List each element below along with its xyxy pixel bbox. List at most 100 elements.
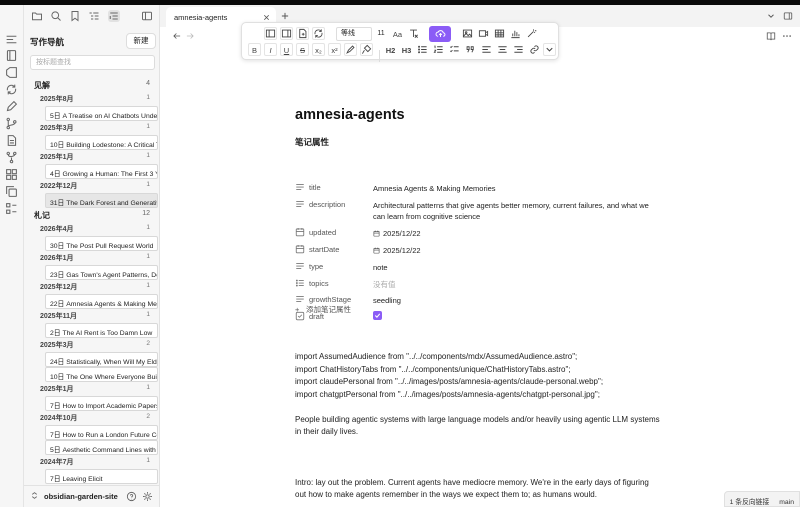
refresh-icon[interactable]	[312, 27, 325, 40]
title-search-input[interactable]	[30, 55, 155, 70]
property-value[interactable]: Architectural patterns that give agents …	[373, 200, 653, 222]
audience-paragraph[interactable]: People building agentic systems with lar…	[295, 414, 661, 438]
backlinks-count[interactable]: 1 条反向链接	[725, 492, 775, 506]
month-header[interactable]: 2025年11月 1	[24, 309, 159, 323]
vault-name[interactable]: obsidian-garden-site	[44, 492, 118, 501]
month-header[interactable]: 2025年1月 1	[24, 150, 159, 164]
more-options-icon[interactable]	[782, 31, 792, 41]
cloud-upload-button[interactable]	[429, 26, 451, 42]
font-family-select[interactable]: 等线	[336, 27, 372, 41]
reading-view-icon[interactable]	[766, 31, 776, 41]
notebook-icon[interactable]	[5, 49, 18, 62]
numbered-list-icon[interactable]	[432, 43, 445, 56]
new-tab-plus-icon[interactable]	[280, 11, 290, 21]
align-center-icon[interactable]	[496, 43, 509, 56]
category-header[interactable]: 札记 12	[24, 208, 159, 222]
import-line[interactable]: import chatgptPersonal from "../../image…	[295, 389, 603, 402]
format-painter-icon[interactable]	[360, 43, 373, 56]
superscript-button[interactable]: x²	[328, 43, 341, 56]
import-line[interactable]: import claudePersonal from "../../images…	[295, 376, 603, 389]
month-header[interactable]: 2025年1月 1	[24, 382, 159, 396]
heading3-button[interactable]: H3	[400, 43, 413, 56]
document-title[interactable]: amnesia-agents	[295, 107, 405, 123]
note-list-item[interactable]: 22日 Amnesia Agents & Making Memories	[45, 294, 158, 309]
file-explorer-ribbon-icon[interactable]	[5, 33, 18, 46]
copy-icon[interactable]	[5, 185, 18, 198]
font-size-select[interactable]: 11	[374, 27, 388, 41]
property-value[interactable]: note	[373, 262, 653, 273]
link-icon[interactable]	[528, 43, 541, 56]
note-list-item[interactable]: 10日 The One Where Everyone Builds	[45, 367, 158, 382]
underline-button[interactable]: U	[280, 43, 293, 56]
search-icon[interactable]	[50, 10, 62, 22]
close-icon[interactable]	[262, 13, 271, 22]
import-lines[interactable]: import AssumedAudience from "../../compo…	[295, 351, 603, 402]
intro-paragraph[interactable]: Intro: lay out the problem. Current agen…	[295, 477, 661, 501]
add-property-button[interactable]: + 添加笔记属性	[295, 304, 351, 315]
collapse-sidebar-icon[interactable]	[141, 10, 153, 22]
draft-checkbox[interactable]	[373, 311, 382, 320]
category-header[interactable]: 见解 4	[24, 78, 159, 92]
git-fork-icon[interactable]	[5, 151, 18, 164]
new-page-icon[interactable]	[296, 27, 309, 40]
month-header[interactable]: 2025年3月 1	[24, 121, 159, 135]
magic-wand-icon[interactable]	[525, 27, 538, 40]
right-sidebar-toggle-icon[interactable]	[783, 11, 793, 21]
chevron-down-icon[interactable]	[766, 11, 776, 21]
sync-icon[interactable]	[5, 83, 18, 96]
bookmark-icon[interactable]	[69, 10, 81, 22]
clear-format-icon[interactable]	[407, 27, 420, 40]
new-note-button[interactable]: 新建	[126, 33, 156, 49]
month-header[interactable]: 2024年10月 2	[24, 411, 159, 425]
back-arrow-icon[interactable]	[172, 31, 182, 41]
subscript-button[interactable]: x₂	[312, 43, 325, 56]
bold-button[interactable]: B	[248, 43, 261, 56]
month-header[interactable]: 2025年8月 1	[24, 92, 159, 106]
checklist-icon[interactable]	[5, 202, 18, 215]
chart-icon[interactable]	[509, 27, 522, 40]
table-icon[interactable]	[493, 27, 506, 40]
help-icon[interactable]	[126, 491, 137, 502]
settings-gear-icon[interactable]	[142, 491, 153, 502]
grid-icon[interactable]	[5, 168, 18, 181]
property-value[interactable]: seedling	[373, 295, 653, 306]
month-header[interactable]: 2022年12月 1	[24, 179, 159, 193]
month-header[interactable]: 2026年1月 1	[24, 251, 159, 265]
pen-icon[interactable]	[5, 100, 18, 113]
tag-icon[interactable]	[5, 66, 18, 79]
align-left-icon[interactable]	[480, 43, 493, 56]
writing-nav-icon[interactable]	[108, 10, 120, 22]
month-header[interactable]: 2025年3月 2	[24, 338, 159, 352]
task-list-icon[interactable]	[448, 43, 461, 56]
layout-left-icon[interactable]	[264, 27, 277, 40]
note-list-item[interactable]: 7日 How to Run a London Future Computer	[45, 425, 158, 440]
vault-switch-icon[interactable]	[30, 491, 39, 502]
note-list-item[interactable]: 7日 Leaving Elicit	[45, 469, 158, 484]
outline-icon[interactable]	[88, 10, 100, 22]
note-list-item[interactable]: 24日 Statistically, When Will My Elders D…	[45, 352, 158, 367]
align-right-icon[interactable]	[512, 43, 525, 56]
note-list-item[interactable]: 10日 Building Lodestone: A Critical Think…	[45, 135, 158, 150]
video-icon[interactable]	[477, 27, 490, 40]
layout-right-icon[interactable]	[280, 27, 293, 40]
highlighter-icon[interactable]	[344, 43, 357, 56]
forward-arrow-icon[interactable]	[185, 31, 195, 41]
branch-icon[interactable]	[5, 117, 18, 130]
property-value[interactable]: 没有值	[373, 279, 653, 290]
change-case-button[interactable]: Aa	[391, 27, 404, 40]
note-list-item[interactable]: 4日 Growing a Human: The First 3 Years	[45, 164, 158, 179]
property-value[interactable]: 2025/12/22	[373, 245, 653, 256]
document-icon[interactable]	[5, 134, 18, 147]
note-list-item[interactable]: 30日 The Post Pull Request World	[45, 236, 158, 251]
italic-button[interactable]: I	[264, 43, 277, 56]
property-value[interactable]: 2025/12/22	[373, 228, 653, 239]
bullet-list-icon[interactable]	[416, 43, 429, 56]
month-header[interactable]: 2025年12月 1	[24, 280, 159, 294]
note-list-item[interactable]: 23日 Gas Town's Agent Patterns, Design Bo…	[45, 265, 158, 280]
month-header[interactable]: 2026年4月 1	[24, 222, 159, 236]
property-value[interactable]: Amnesia Agents & Making Memories	[373, 183, 653, 194]
folder-icon[interactable]	[31, 10, 43, 22]
image-icon[interactable]	[461, 27, 474, 40]
heading2-button[interactable]: H2	[384, 43, 397, 56]
note-list-item[interactable]: 5日 Aesthetic Command Lines with	[45, 440, 158, 455]
